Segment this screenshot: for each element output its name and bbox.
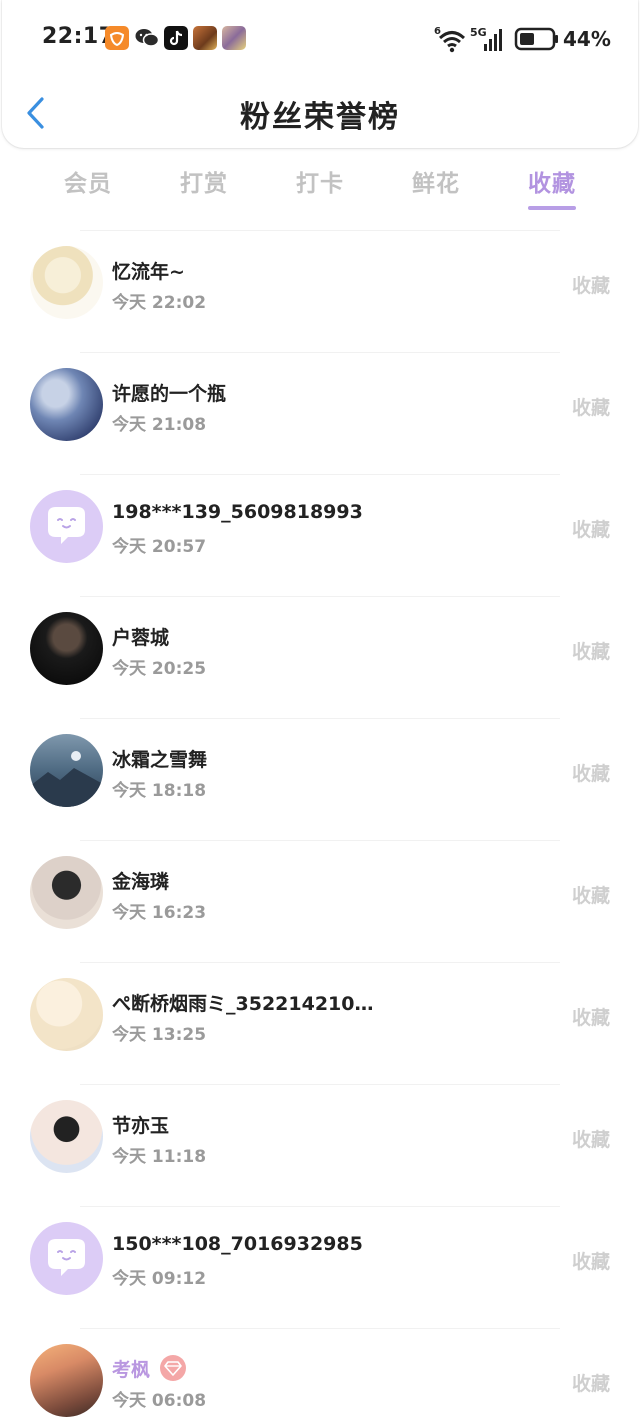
item-time: 今天 13:25 <box>112 1025 207 1045</box>
default-avatar-chat-icon <box>48 507 85 544</box>
user-name: 节亦玉 <box>112 1115 170 1137</box>
list-item[interactable]: 户蓉城 今天 20:25 收藏 <box>0 597 640 718</box>
favorite-label: 收藏 <box>571 763 610 785</box>
status-bar: 22:17 6 5G 44% <box>0 0 640 80</box>
avatar[interactable] <box>30 612 103 685</box>
favorite-label: 收藏 <box>571 519 610 541</box>
list-item[interactable]: 198***139_5609818993 今天 20:57 收藏 <box>0 475 640 596</box>
avatar[interactable] <box>30 1222 103 1295</box>
item-time: 今天 18:18 <box>112 781 207 801</box>
list-item[interactable]: 忆流年~ 今天 22:02 收藏 <box>0 231 640 352</box>
wifi-icon: 6 <box>434 26 466 53</box>
tab-members[interactable]: 会员 <box>30 164 146 198</box>
tiktok-notification-icon <box>164 26 188 50</box>
battery-icon <box>514 27 558 51</box>
list-item[interactable]: 许愿的一个瓶 今天 21:08 收藏 <box>0 353 640 474</box>
item-time: 今天 21:08 <box>112 415 207 435</box>
favorite-label: 收藏 <box>571 1251 610 1273</box>
favorite-label: 收藏 <box>571 885 610 907</box>
user-name: 许愿的一个瓶 <box>112 383 227 405</box>
default-avatar-chat-icon <box>48 1239 85 1276</box>
tab-favorites[interactable]: 收藏 <box>494 164 610 198</box>
avatar[interactable] <box>30 1100 103 1173</box>
list-item[interactable]: 150***108_7016932985 今天 09:12 收藏 <box>0 1207 640 1328</box>
tab-flowers[interactable]: 鲜花 <box>378 164 494 198</box>
user-name: 198***139_5609818993 <box>112 501 363 523</box>
user-name: ぺ断桥烟雨ミ_352214210… <box>112 993 374 1015</box>
avatar[interactable] <box>30 734 103 807</box>
tab-tips[interactable]: 打赏 <box>146 164 262 198</box>
list-item[interactable]: 考枫 今天 06:08 收藏 <box>0 1329 640 1421</box>
page-title: 粉丝荣誉榜 <box>240 100 400 135</box>
favorite-label: 收藏 <box>571 1129 610 1151</box>
item-time: 今天 11:18 <box>112 1147 207 1167</box>
svg-text:5G: 5G <box>470 26 487 39</box>
avatar[interactable] <box>30 856 103 929</box>
wechat-notification-icon <box>134 26 160 50</box>
list-item[interactable]: ぺ断桥烟雨ミ_352214210… 今天 13:25 收藏 <box>0 963 640 1084</box>
list-item[interactable]: 金海璘 今天 16:23 收藏 <box>0 841 640 962</box>
battery-percent: 44% <box>563 27 611 51</box>
svg-text:6: 6 <box>434 26 441 37</box>
signal-icon: 5G <box>470 26 502 51</box>
item-time: 今天 20:57 <box>112 537 207 557</box>
game-notification-icon <box>193 26 217 50</box>
fan-list: 忆流年~ 今天 22:02 收藏 许愿的一个瓶 今天 21:08 收藏 198*… <box>0 230 640 1421</box>
user-name: 金海璘 <box>112 871 170 893</box>
active-tab-indicator <box>528 206 576 210</box>
tab-bar: 会员 打赏 打卡 鲜花 收藏 <box>30 160 610 216</box>
user-name: 忆流年~ <box>112 261 185 283</box>
avatar[interactable] <box>30 246 103 319</box>
favorite-label: 收藏 <box>571 641 610 663</box>
favorite-label: 收藏 <box>571 275 610 297</box>
status-time: 22:17 <box>42 24 115 49</box>
avatar[interactable] <box>30 368 103 441</box>
favorite-label: 收藏 <box>571 1373 610 1395</box>
item-time: 今天 16:23 <box>112 903 207 923</box>
item-time: 今天 09:12 <box>112 1269 207 1289</box>
avatar[interactable] <box>30 490 103 563</box>
list-item[interactable]: 节亦玉 今天 11:18 收藏 <box>0 1085 640 1206</box>
item-time: 今天 20:25 <box>112 659 207 679</box>
user-name: 户蓉城 <box>112 627 170 649</box>
favorite-label: 收藏 <box>571 397 610 419</box>
game-notification-icon-2 <box>222 26 246 50</box>
list-item[interactable]: 冰霜之雪舞 今天 18:18 收藏 <box>0 719 640 840</box>
avatar[interactable] <box>30 978 103 1051</box>
user-name: 冰霜之雪舞 <box>112 749 208 771</box>
avatar[interactable] <box>30 1344 103 1417</box>
user-name: 考枫 <box>112 1359 151 1381</box>
item-time: 今天 06:08 <box>112 1391 207 1411</box>
tab-checkin[interactable]: 打卡 <box>262 164 378 198</box>
vip-diamond-icon <box>160 1355 186 1381</box>
user-name: 150***108_7016932985 <box>112 1233 363 1255</box>
item-time: 今天 22:02 <box>112 293 207 313</box>
taobao-notification-icon <box>105 26 129 50</box>
favorite-label: 收藏 <box>571 1007 610 1029</box>
